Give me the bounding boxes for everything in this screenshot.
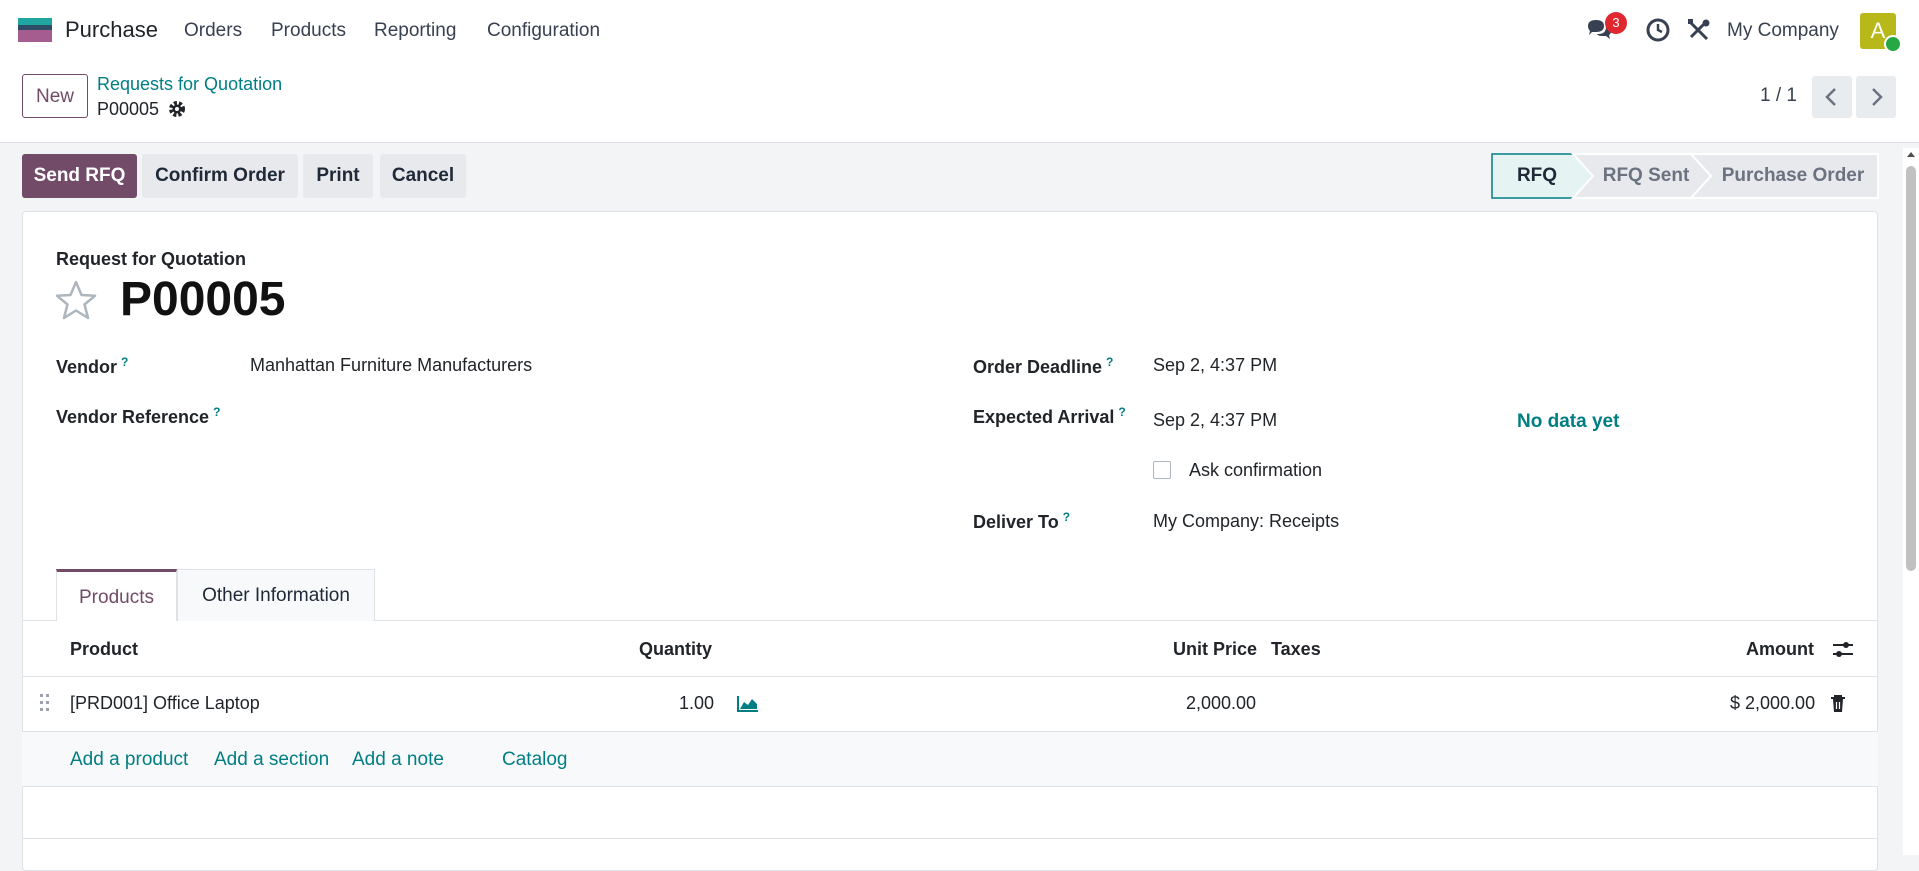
order-deadline-label-text: Order Deadline — [973, 357, 1103, 377]
clock-icon[interactable] — [1644, 16, 1672, 44]
pager-previous-button[interactable] — [1812, 76, 1852, 118]
optional-columns-icon[interactable] — [1832, 640, 1854, 660]
cancel-button[interactable]: Cancel — [380, 154, 466, 198]
app-name[interactable]: Purchase — [65, 17, 158, 43]
new-button[interactable]: New — [22, 74, 88, 118]
trash-icon[interactable] — [1829, 694, 1847, 714]
column-header-product[interactable]: Product — [70, 639, 138, 660]
table-row-product[interactable]: [PRD001] Office Laptop — [70, 693, 260, 714]
order-deadline-field[interactable]: Sep 2, 4:37 PM — [1153, 355, 1277, 376]
status-step-rfq[interactable]: RFQ — [1491, 153, 1583, 199]
scrollbar-thumb[interactable] — [1906, 166, 1916, 571]
column-header-taxes[interactable]: Taxes — [1271, 639, 1321, 660]
add-note-link[interactable]: Add a note — [352, 749, 444, 771]
table-row-amount: $ 2,000.00 — [1730, 693, 1816, 713]
confirm-order-button[interactable]: Confirm Order — [142, 154, 298, 198]
status-step-rfq-sent[interactable]: RFQ Sent — [1591, 153, 1701, 199]
pager-next-button[interactable] — [1856, 76, 1896, 118]
ask-confirmation-checkbox[interactable] — [1153, 461, 1171, 479]
status-step-purchase-order[interactable]: Purchase Order — [1713, 153, 1873, 199]
expected-arrival-field[interactable]: Sep 2, 4:37 PM — [1153, 410, 1277, 431]
vendor-reference-label-text: Vendor Reference — [56, 407, 210, 427]
table-header-divider — [22, 676, 1878, 677]
help-tooltip-icon[interactable]: ? — [1106, 355, 1113, 369]
notification-badge: 3 — [1605, 12, 1627, 34]
vendor-reference-field[interactable] — [250, 405, 890, 431]
help-tooltip-icon[interactable]: ? — [1063, 510, 1070, 524]
control-panel — [0, 62, 1919, 143]
column-header-quantity[interactable]: Quantity — [639, 639, 712, 660]
add-row-divider — [22, 786, 1878, 787]
empty-row-divider — [22, 838, 1878, 839]
add-product-link[interactable]: Add a product — [70, 749, 188, 771]
menu-configuration[interactable]: Configuration — [487, 20, 600, 42]
send-rfq-button[interactable]: Send RFQ — [22, 154, 137, 198]
breadcrumb-current: P00005 — [97, 99, 160, 119]
company-switcher[interactable]: My Company — [1727, 20, 1839, 42]
expected-arrival-label: Expected Arrival? — [973, 405, 1126, 428]
expected-arrival-label-text: Expected Arrival — [973, 407, 1115, 427]
vendor-label-text: Vendor — [56, 357, 118, 377]
forecast-chart-icon[interactable] — [736, 694, 760, 714]
breadcrumb-parent[interactable]: Requests for Quotation — [97, 74, 282, 95]
scroll-up-arrow-icon[interactable] — [1904, 149, 1918, 159]
chevron-left-icon — [1825, 88, 1836, 106]
top-navbar: Purchase Orders Products Reporting Confi… — [0, 0, 1919, 62]
print-button[interactable]: Print — [303, 154, 373, 198]
vendor-label: Vendor? — [56, 355, 128, 378]
help-tooltip-icon[interactable]: ? — [121, 355, 128, 369]
help-tooltip-icon[interactable]: ? — [1118, 405, 1125, 419]
pager-value[interactable]: 1 / 1 — [1760, 85, 1797, 107]
menu-reporting[interactable]: Reporting — [374, 20, 456, 42]
ask-confirmation-label[interactable]: Ask confirmation — [1189, 460, 1322, 481]
online-status-dot — [1884, 35, 1902, 53]
help-tooltip-icon[interactable]: ? — [213, 405, 220, 419]
tab-products[interactable]: Products — [56, 569, 177, 621]
drag-handle-icon[interactable] — [39, 693, 51, 713]
gear-icon[interactable] — [168, 100, 186, 118]
menu-products[interactable]: Products — [271, 20, 346, 42]
table-row-unit-price[interactable]: 2,000.00 — [1186, 693, 1256, 714]
catalog-link[interactable]: Catalog — [502, 749, 568, 771]
tab-other-information[interactable]: Other Information — [177, 569, 375, 621]
star-icon[interactable] — [53, 278, 99, 324]
on-time-rate-widget[interactable]: No data yet — [1517, 411, 1619, 433]
add-section-link[interactable]: Add a section — [214, 749, 329, 771]
status-bar: RFQ RFQ Sent Purchase Order — [1491, 153, 1879, 199]
table-row-quantity[interactable]: 1.00 — [679, 693, 714, 714]
app-logo-icon[interactable] — [18, 18, 52, 42]
column-header-amount[interactable]: Amount — [1746, 639, 1814, 660]
record-title: P00005 — [120, 273, 286, 326]
vendor-field[interactable]: Manhattan Furniture Manufacturers — [250, 355, 532, 376]
vendor-reference-label: Vendor Reference? — [56, 405, 220, 428]
tools-icon[interactable] — [1685, 16, 1713, 44]
deliver-to-label-text: Deliver To — [973, 512, 1059, 532]
deliver-to-field[interactable]: My Company: Receipts — [1153, 511, 1339, 532]
menu-orders[interactable]: Orders — [184, 20, 242, 42]
chevron-right-icon — [1872, 88, 1883, 106]
column-header-unit-price[interactable]: Unit Price — [1173, 639, 1257, 660]
deliver-to-label: Deliver To? — [973, 510, 1070, 533]
order-deadline-label: Order Deadline? — [973, 355, 1113, 378]
form-subtitle: Request for Quotation — [56, 249, 246, 269]
